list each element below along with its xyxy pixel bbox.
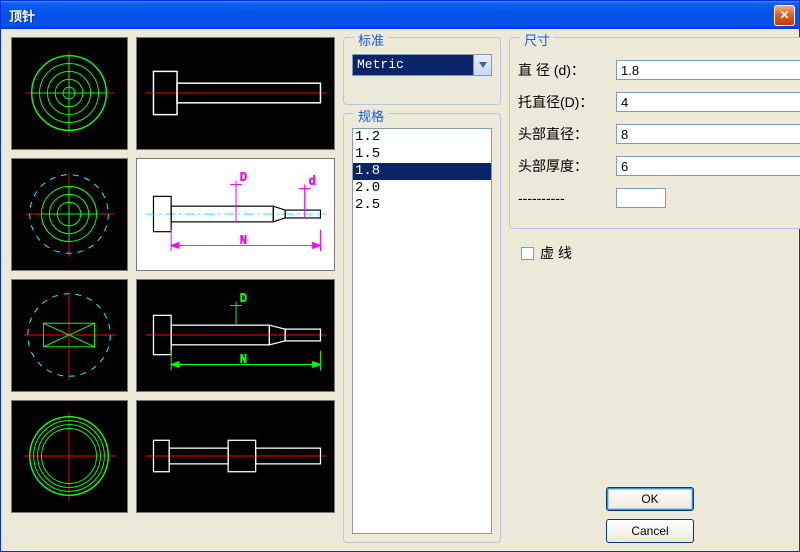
svg-text:N: N (240, 353, 247, 367)
preview-type-2-side[interactable]: D d N (136, 158, 335, 271)
dashed-checkbox[interactable] (521, 247, 534, 260)
ok-button[interactable]: OK (606, 487, 694, 511)
middle-column: 标准 Metric 规格 1.21.51.82.02.5 (343, 37, 501, 543)
close-icon: ✕ (779, 8, 789, 22)
standard-combo-value: Metric (353, 55, 473, 75)
preview-type-4-end[interactable] (11, 400, 128, 513)
input-head-dia[interactable] (616, 124, 800, 144)
label-shoulder: 托直径(D)： (518, 92, 610, 112)
input-diameter[interactable] (616, 60, 800, 80)
preview-type-2-end[interactable] (11, 158, 128, 271)
spec-option[interactable]: 1.8 (353, 163, 491, 180)
cancel-button[interactable]: Cancel (606, 519, 694, 543)
input-shoulder[interactable] (616, 92, 800, 112)
preview-type-1-side[interactable] (136, 37, 335, 150)
button-row: OK Cancel (509, 487, 800, 543)
client-area: D d N (1, 29, 799, 551)
standard-group: 标准 Metric (343, 37, 501, 105)
input-extra[interactable] (616, 188, 666, 208)
spec-option[interactable]: 2.5 (353, 197, 491, 214)
dim-row-shoulder: 托直径(D)： (518, 92, 800, 112)
titlebar[interactable]: 顶针 ✕ (1, 1, 799, 29)
standard-group-title: 标准 (354, 30, 388, 49)
preview-grid: D d N (11, 37, 335, 543)
dim-row-diameter: 直 径 (d)： (518, 60, 800, 80)
dim-row-extra: ---------- (518, 188, 800, 208)
dashed-label: 虚 线 (540, 243, 572, 263)
spec-option[interactable]: 1.2 (353, 129, 491, 146)
dashed-row: 虚 线 (517, 239, 800, 267)
right-column: 尺寸 直 径 (d)： 托直径(D)： 头部直径： 头部厚度： (509, 37, 800, 543)
svg-text:d: d (309, 175, 316, 189)
svg-text:N: N (240, 233, 247, 247)
close-button[interactable]: ✕ (774, 5, 795, 26)
dim-row-head-dia: 头部直径： (518, 124, 800, 144)
label-extra: ---------- (518, 190, 610, 206)
standard-combo[interactable]: Metric (352, 54, 492, 76)
spec-group: 规格 1.21.51.82.02.5 (343, 113, 501, 543)
dimensions-group-title: 尺寸 (520, 30, 554, 49)
spec-group-title: 规格 (354, 106, 388, 125)
label-head-thk: 头部厚度： (518, 156, 610, 176)
preview-type-4-side[interactable] (136, 400, 335, 513)
preview-type-3-side[interactable]: D N (136, 279, 335, 392)
input-head-thk[interactable] (616, 156, 800, 176)
svg-text:D: D (240, 292, 247, 306)
dropdown-arrow-icon (473, 55, 491, 75)
label-head-dia: 头部直径： (518, 124, 610, 144)
window-title: 顶针 (9, 6, 35, 25)
spec-option[interactable]: 2.0 (353, 180, 491, 197)
spec-listbox[interactable]: 1.21.51.82.02.5 (352, 128, 492, 534)
dim-row-head-thk: 头部厚度： (518, 156, 800, 176)
dimensions-group: 尺寸 直 径 (d)： 托直径(D)： 头部直径： 头部厚度： (509, 37, 800, 229)
dialog-window: 顶针 ✕ (0, 0, 800, 552)
label-diameter: 直 径 (d)： (518, 60, 610, 80)
preview-type-3-end[interactable] (11, 279, 128, 392)
spec-option[interactable]: 1.5 (353, 146, 491, 163)
preview-type-1-end[interactable] (11, 37, 128, 150)
svg-text:D: D (240, 171, 247, 185)
